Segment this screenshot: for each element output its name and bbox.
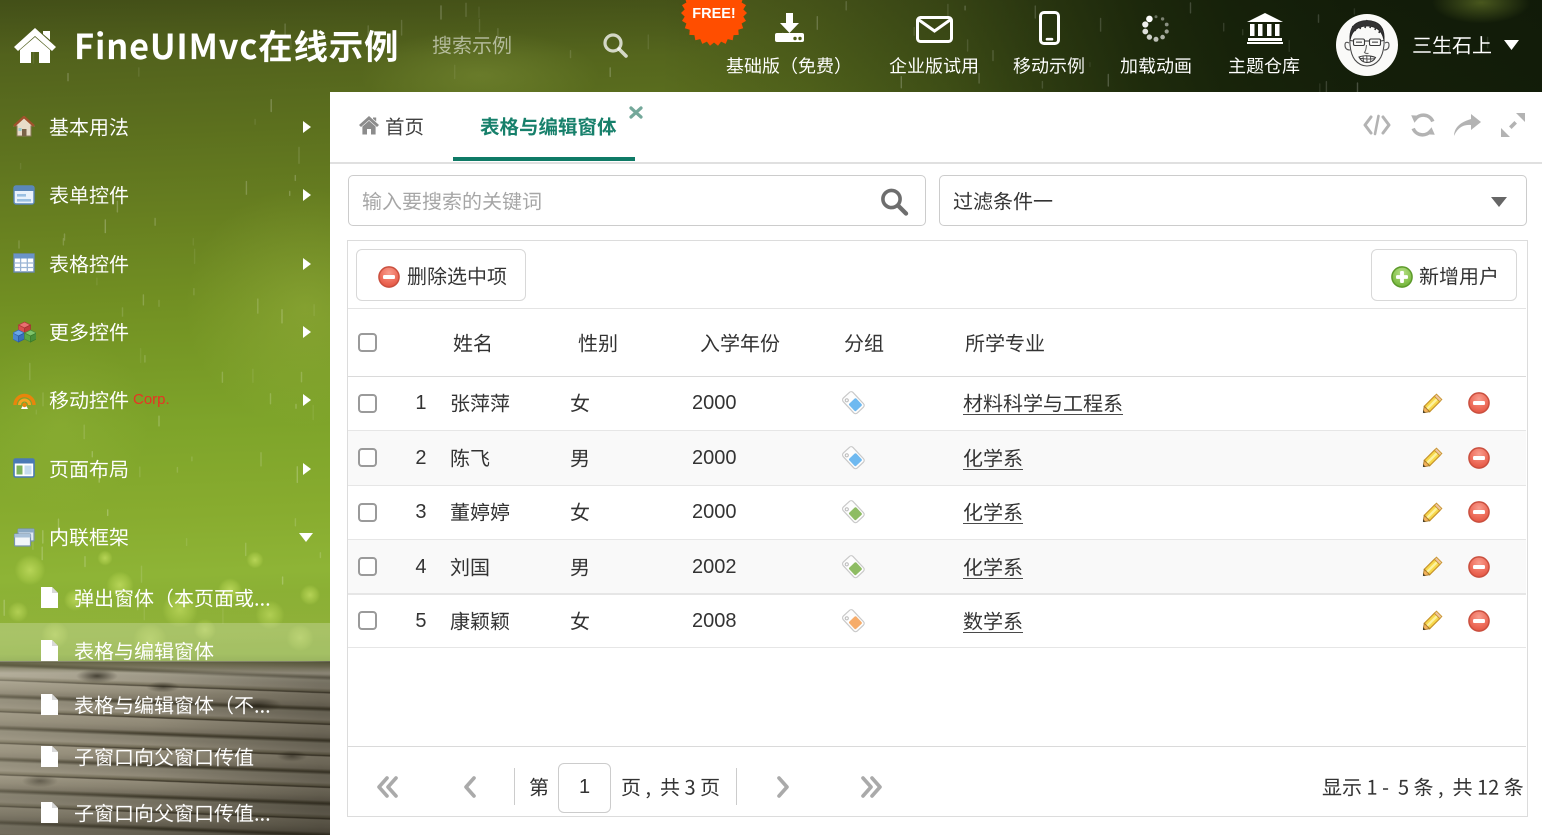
- svg-text:FREE!: FREE!: [692, 6, 736, 22]
